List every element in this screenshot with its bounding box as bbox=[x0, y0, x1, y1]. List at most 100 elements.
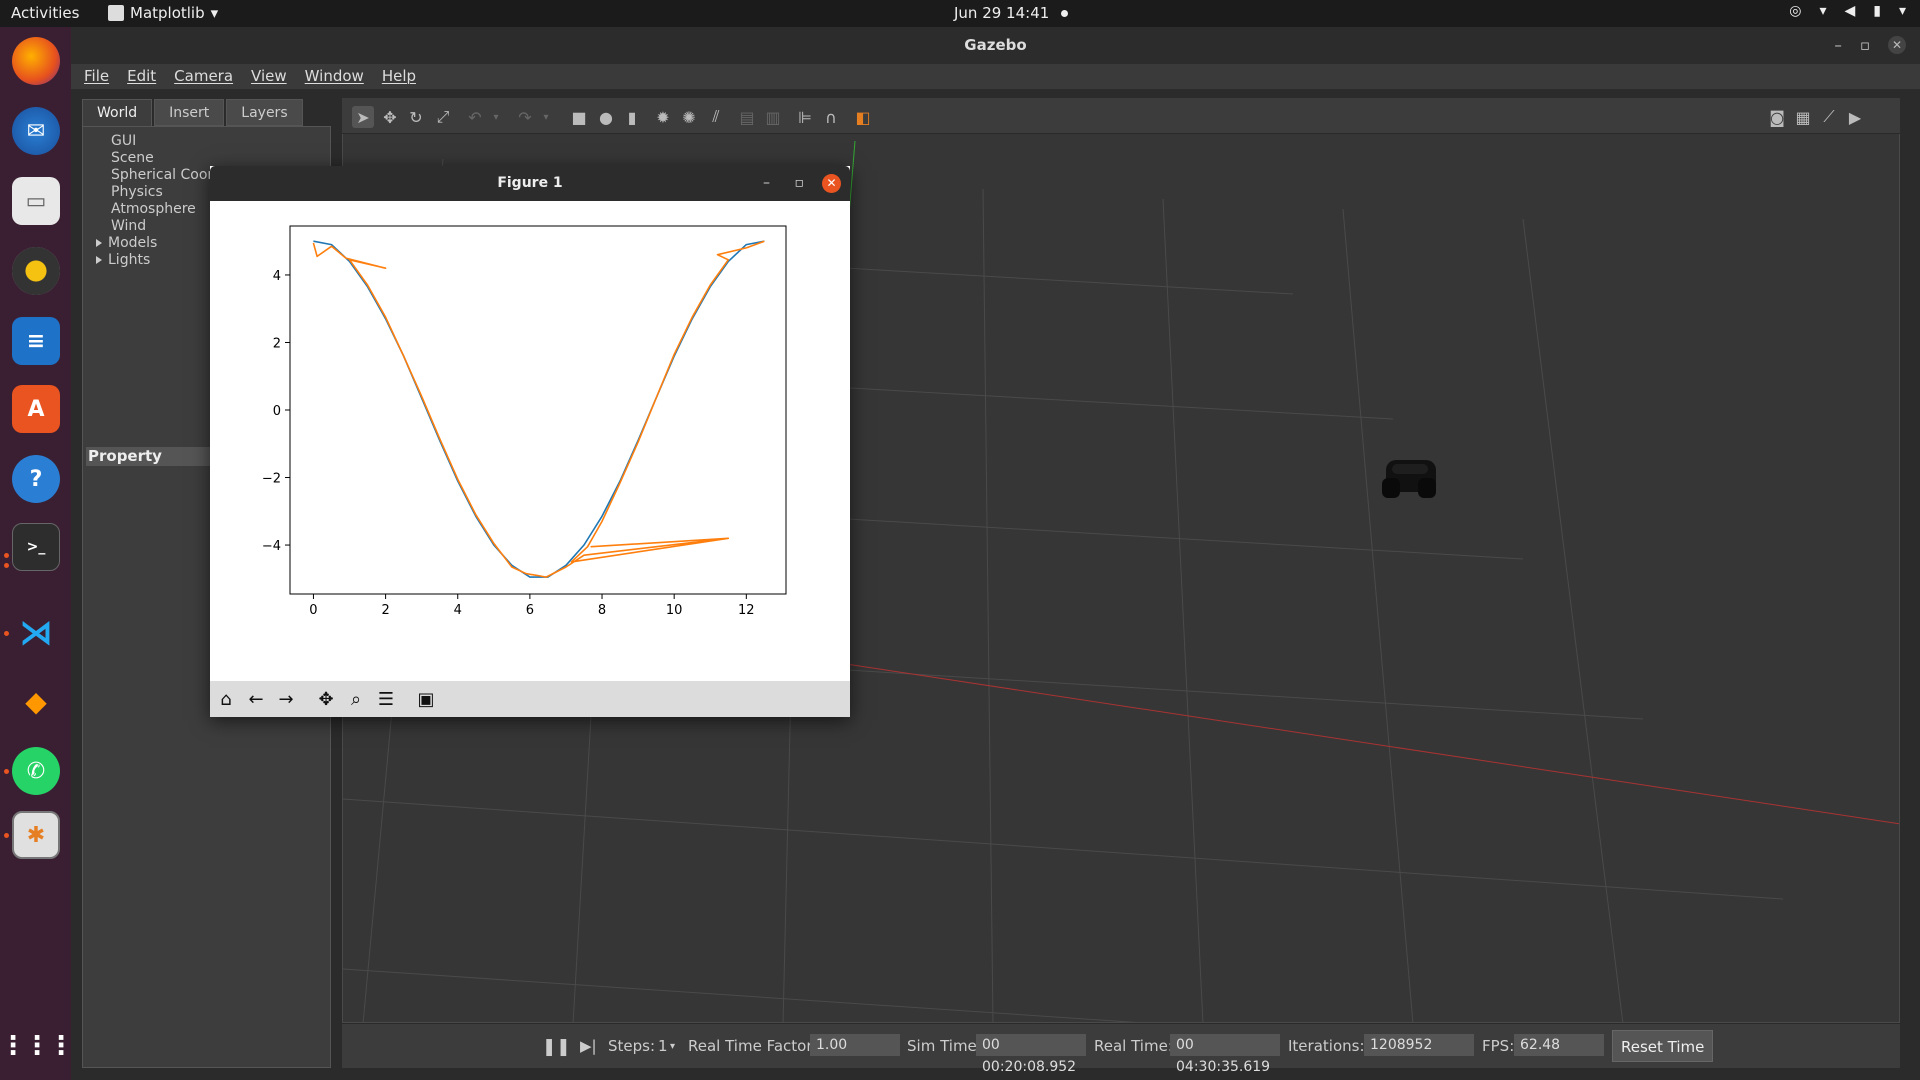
cylinder-shape-icon[interactable]: ▮ bbox=[621, 106, 643, 128]
pan-icon[interactable]: ✥ bbox=[314, 687, 338, 711]
firefox-icon[interactable] bbox=[12, 37, 60, 85]
tab-layers[interactable]: Layers bbox=[226, 99, 303, 126]
scale-mode-icon[interactable]: ⤢ bbox=[432, 106, 454, 128]
menu-file[interactable]: File bbox=[84, 64, 109, 89]
configure-icon[interactable]: ☰ bbox=[374, 687, 398, 711]
tab-insert[interactable]: Insert bbox=[154, 99, 225, 126]
battery-icon[interactable]: ▮ bbox=[1873, 3, 1881, 19]
back-icon[interactable]: ← bbox=[244, 687, 268, 711]
steps-dropdown-icon[interactable]: ▾ bbox=[670, 1041, 675, 1052]
writer-icon[interactable]: ≡ bbox=[12, 317, 60, 365]
activities-button[interactable]: Activities bbox=[11, 4, 79, 22]
terminal-icon[interactable]: >_ bbox=[12, 523, 60, 571]
world-tree: GUI Scene Spherical Coor Physics Atmosph… bbox=[96, 133, 213, 269]
rhythmbox-icon[interactable] bbox=[12, 247, 60, 295]
select-mode-icon[interactable]: ➤ bbox=[352, 106, 374, 128]
sublime-icon[interactable]: ◆ bbox=[12, 677, 60, 725]
close-icon[interactable]: ✕ bbox=[822, 174, 841, 193]
tree-item-physics[interactable]: Physics bbox=[96, 184, 213, 201]
wifi-icon[interactable]: ▾ bbox=[1819, 3, 1826, 19]
gazebo-title-bar[interactable]: Gazebo – ▫ ✕ bbox=[71, 27, 1920, 64]
gazebo-icon[interactable]: ✱ bbox=[12, 811, 60, 859]
align-icon[interactable]: ⊫ bbox=[794, 106, 816, 128]
reset-time-button[interactable]: Reset Time bbox=[1612, 1030, 1714, 1062]
home-icon[interactable]: ⌂ bbox=[214, 687, 238, 711]
tree-item-wind[interactable]: Wind bbox=[96, 218, 213, 235]
tree-item-lights[interactable]: Lights bbox=[96, 252, 213, 269]
steps-label: Steps: bbox=[608, 1037, 656, 1055]
redo-icon[interactable]: ↷ bbox=[514, 106, 536, 128]
tree-item-scene[interactable]: Scene bbox=[96, 150, 213, 167]
app-menu[interactable]: Matplotlib ▾ bbox=[108, 4, 218, 22]
minimize-icon[interactable]: – bbox=[763, 166, 770, 201]
view-angle-icon[interactable]: ◧ bbox=[852, 106, 874, 128]
help-icon[interactable]: ? bbox=[12, 455, 60, 503]
tree-item-spherical-coordinates[interactable]: Spherical Coor bbox=[96, 167, 213, 184]
close-icon[interactable]: ✕ bbox=[1888, 36, 1906, 54]
robot-model[interactable] bbox=[1378, 454, 1442, 502]
undo-dropdown-icon[interactable]: ▾ bbox=[485, 106, 507, 128]
plot-canvas[interactable]: 0 2 4 6 8 10 12 −4 −2 0 2 4 bbox=[210, 201, 850, 681]
notification-dot-icon bbox=[1061, 10, 1069, 17]
menu-window[interactable]: Window bbox=[305, 64, 364, 89]
sphere-shape-icon[interactable]: ● bbox=[595, 106, 617, 128]
spot-light-icon[interactable]: ✺ bbox=[678, 106, 700, 128]
maximize-icon[interactable]: ▫ bbox=[795, 166, 805, 201]
tab-world[interactable]: World bbox=[82, 99, 153, 126]
expand-arrow-icon[interactable] bbox=[96, 239, 102, 247]
save-icon[interactable]: ▣ bbox=[414, 687, 438, 711]
chevron-down-icon: ▾ bbox=[210, 4, 219, 22]
redo-dropdown-icon[interactable]: ▾ bbox=[535, 106, 557, 128]
clock[interactable]: Jun 29 14:41 bbox=[954, 4, 1069, 22]
x-tick-label: 6 bbox=[526, 603, 534, 618]
zoom-icon[interactable]: ⌕ bbox=[344, 687, 368, 711]
files-icon[interactable]: ▭ bbox=[12, 177, 60, 225]
volume-icon[interactable]: ◀ bbox=[1844, 3, 1855, 19]
log-icon[interactable]: ▦ bbox=[1792, 106, 1814, 128]
tree-item-models[interactable]: Models bbox=[96, 235, 213, 252]
rotate-mode-icon[interactable]: ↻ bbox=[405, 106, 427, 128]
forward-icon[interactable]: → bbox=[274, 687, 298, 711]
menu-camera[interactable]: Camera bbox=[174, 64, 233, 89]
maximize-icon[interactable]: ▫ bbox=[1860, 27, 1870, 64]
tree-item-gui[interactable]: GUI bbox=[96, 133, 213, 150]
menu-help[interactable]: Help bbox=[382, 64, 416, 89]
system-tray[interactable]: ◎ ▾ ◀ ▮ ▾ bbox=[1789, 3, 1906, 19]
figure-window: Figure 1 – ▫ ✕ 0 2 4 6 8 10 12 −4 −2 0 2 4 ⌂ ← → ✥ … bbox=[210, 166, 850, 717]
software-icon[interactable]: A bbox=[12, 385, 60, 433]
real-time-value: 00 04:30:35.619 bbox=[1170, 1034, 1280, 1075]
undo-icon[interactable]: ↶ bbox=[464, 106, 486, 128]
menu-edit[interactable]: Edit bbox=[127, 64, 156, 89]
whatsapp-icon[interactable]: ✆ bbox=[12, 747, 60, 795]
minimize-icon[interactable]: – bbox=[1834, 27, 1842, 64]
show-applications-icon[interactable]: ⋮⋮⋮ bbox=[0, 1022, 74, 1070]
menu-view[interactable]: View bbox=[251, 64, 287, 89]
point-light-icon[interactable]: ✹ bbox=[652, 106, 674, 128]
tree-item-atmosphere[interactable]: Atmosphere bbox=[96, 201, 213, 218]
snap-icon[interactable]: ∩ bbox=[820, 106, 842, 128]
figure-title-bar[interactable]: Figure 1 – ▫ ✕ bbox=[210, 166, 850, 201]
translate-mode-icon[interactable]: ✥ bbox=[379, 106, 401, 128]
thunderbird-icon[interactable]: ✉ bbox=[12, 107, 60, 155]
copy-icon[interactable]: ▤ bbox=[736, 106, 758, 128]
window-title: Gazebo bbox=[964, 36, 1027, 54]
step-icon[interactable]: ▶| bbox=[580, 1037, 597, 1055]
screenshot-icon[interactable]: ◙ bbox=[1766, 106, 1788, 128]
whatsapp-tray-icon[interactable]: ◎ bbox=[1789, 3, 1801, 19]
vscode-icon[interactable]: ⋊ bbox=[12, 609, 60, 657]
x-tick-label: 8 bbox=[598, 603, 606, 618]
directional-light-icon[interactable]: ⫽ bbox=[705, 106, 727, 128]
box-shape-icon[interactable]: ■ bbox=[568, 106, 590, 128]
fps-label: FPS: bbox=[1482, 1037, 1515, 1055]
system-menu-chevron-icon[interactable]: ▾ bbox=[1899, 3, 1906, 19]
video-record-icon[interactable]: ▶ bbox=[1844, 106, 1866, 128]
y-tick-label: 0 bbox=[273, 404, 281, 419]
paste-icon[interactable]: ▥ bbox=[762, 106, 784, 128]
plot-icon[interactable]: ⟋ bbox=[1818, 106, 1840, 128]
steps-value[interactable]: 1 bbox=[658, 1037, 668, 1055]
y-tick-label: 4 bbox=[273, 269, 281, 284]
x-tick-label: 12 bbox=[738, 603, 755, 618]
expand-arrow-icon[interactable] bbox=[96, 256, 102, 264]
rtf-value: 1.00 bbox=[810, 1034, 900, 1056]
pause-icon[interactable]: ❚❚ bbox=[542, 1037, 571, 1057]
